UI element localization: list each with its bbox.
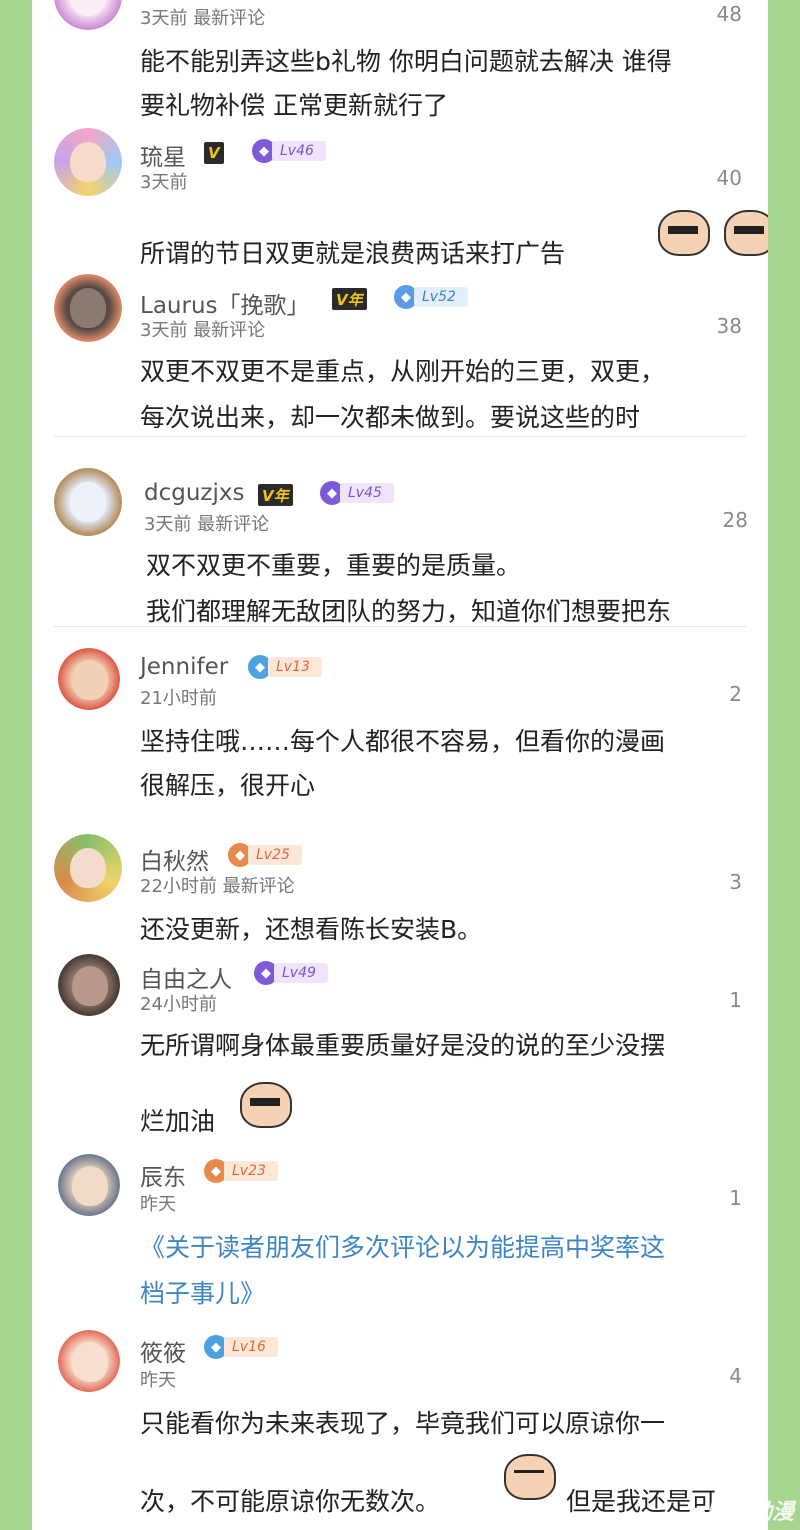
avatar[interactable]	[58, 648, 120, 710]
level-badge: ◆ Lv45	[320, 481, 394, 505]
user-name[interactable]: 白秋然	[140, 842, 209, 876]
comment-meta: 21小时前	[140, 688, 217, 709]
comment-meta: 3天前	[140, 172, 188, 193]
level-badge: ◆ Lv46	[252, 139, 326, 163]
avatar[interactable]	[58, 1330, 120, 1392]
like-count[interactable]: 28	[723, 508, 748, 532]
like-count[interactable]: 2	[729, 682, 742, 706]
level-badge: ◆ Lv52	[394, 285, 468, 309]
level-badge: ◆ Lv25	[228, 843, 302, 867]
divider	[54, 436, 746, 437]
comment-text: 双不双更不重要，重要的是质量。	[146, 551, 522, 580]
comment-meta: 昨天	[140, 1194, 176, 1215]
comment-meta: 3天前 最新评论	[144, 514, 270, 535]
vip-badge: V年	[332, 288, 367, 310]
comment-text: 无所谓啊身体最重要质量好是没的说的至少没摆	[140, 1031, 666, 1060]
like-count[interactable]: 4	[729, 1364, 742, 1388]
emoji-sticker	[504, 1454, 556, 1500]
comment-text: 次，不可能原谅你无数次。	[140, 1487, 441, 1516]
frame-notch	[0, 322, 28, 378]
comment-text: 还没更新，还想看陈长安装B。	[140, 915, 483, 944]
user-name[interactable]: 自由之人	[140, 960, 232, 994]
like-count[interactable]: 48	[717, 2, 742, 26]
frame-notch	[772, 1102, 800, 1158]
user-name[interactable]: 琉星	[140, 138, 186, 172]
like-count[interactable]: 38	[717, 314, 742, 338]
user-name[interactable]: Laurus「挽歌」	[140, 286, 310, 320]
level-badge: ◆ Lv49	[254, 961, 328, 985]
comment-text: 坚持住哦……每个人都很不容易，但看你的漫画	[140, 727, 666, 756]
comment-text: 我们都理解无敌团队的努力，知道你们想要把东	[146, 597, 672, 626]
vip-badge: V	[204, 142, 224, 164]
level-badge: ◆ Lv16	[204, 1335, 278, 1359]
frame-notch	[0, 1102, 28, 1158]
comment-text: 能不能别弄这些b礼物 你明白问题就去解决 谁得	[140, 47, 672, 76]
level-badge: ◆ Lv23	[204, 1159, 278, 1183]
comment-meta: 22小时前 最新评论	[140, 876, 295, 897]
avatar[interactable]	[58, 954, 120, 1016]
user-name[interactable]: dcguzjxs	[144, 480, 244, 506]
emoji-sticker	[240, 1082, 292, 1128]
avatar[interactable]	[54, 128, 122, 196]
comment-text: 要礼物补偿 正常更新就行了	[140, 91, 448, 120]
frame-notch	[772, 740, 800, 796]
like-count[interactable]: 1	[729, 988, 742, 1012]
comment-link[interactable]: 档子事儿》	[140, 1274, 750, 1310]
user-name[interactable]: 辰东	[140, 1158, 186, 1192]
avatar[interactable]	[54, 0, 122, 30]
comment-text: 烂加油	[140, 1107, 216, 1136]
comment-text: 双更不双更不是重点，从刚开始的三更，双更，	[140, 357, 666, 386]
like-count[interactable]: 40	[717, 166, 742, 190]
comment-text: 很解压，很开心	[140, 771, 316, 800]
comment-link[interactable]: 《关于读者朋友们多次评论以为能提高中奖率这	[140, 1228, 750, 1264]
vip-badge: V年	[258, 484, 293, 506]
comment-list: 3天前 最新评论 48 能不能别弄这些b礼物 你明白问题就去解决 谁得 要礼物补…	[32, 0, 768, 1530]
user-name[interactable]: Jennifer	[140, 654, 228, 680]
emoji-sticker	[724, 210, 768, 256]
comment-meta: 3天前 最新评论	[140, 8, 266, 29]
frame-notch	[0, 1466, 28, 1522]
page-frame: 3天前 最新评论 48 能不能别弄这些b礼物 你明白问题就去解决 谁得 要礼物补…	[0, 0, 800, 1530]
avatar[interactable]	[54, 274, 122, 342]
level-badge: ◆ Lv13	[248, 655, 322, 679]
avatar[interactable]	[54, 834, 122, 902]
comment-meta: 昨天	[140, 1370, 176, 1391]
divider	[54, 626, 746, 627]
like-count[interactable]: 3	[729, 870, 742, 894]
comment-meta: 24小时前	[140, 994, 217, 1015]
watermark: 腾讯动漫	[705, 1500, 794, 1525]
comment-meta: 3天前 最新评论	[140, 320, 266, 341]
comment-text: 只能看你为未来表现了，毕竟我们可以原谅你一	[140, 1409, 666, 1438]
avatar[interactable]	[58, 1154, 120, 1216]
like-count[interactable]: 1	[729, 1186, 742, 1210]
emoji-sticker	[658, 210, 710, 256]
frame-notch	[772, 322, 800, 378]
avatar[interactable]	[54, 468, 122, 536]
comment-text: 每次说出来，却一次都未做到。要说这些的时	[140, 403, 641, 432]
frame-notch	[0, 740, 28, 796]
user-name[interactable]: 筱筱	[140, 1334, 186, 1368]
